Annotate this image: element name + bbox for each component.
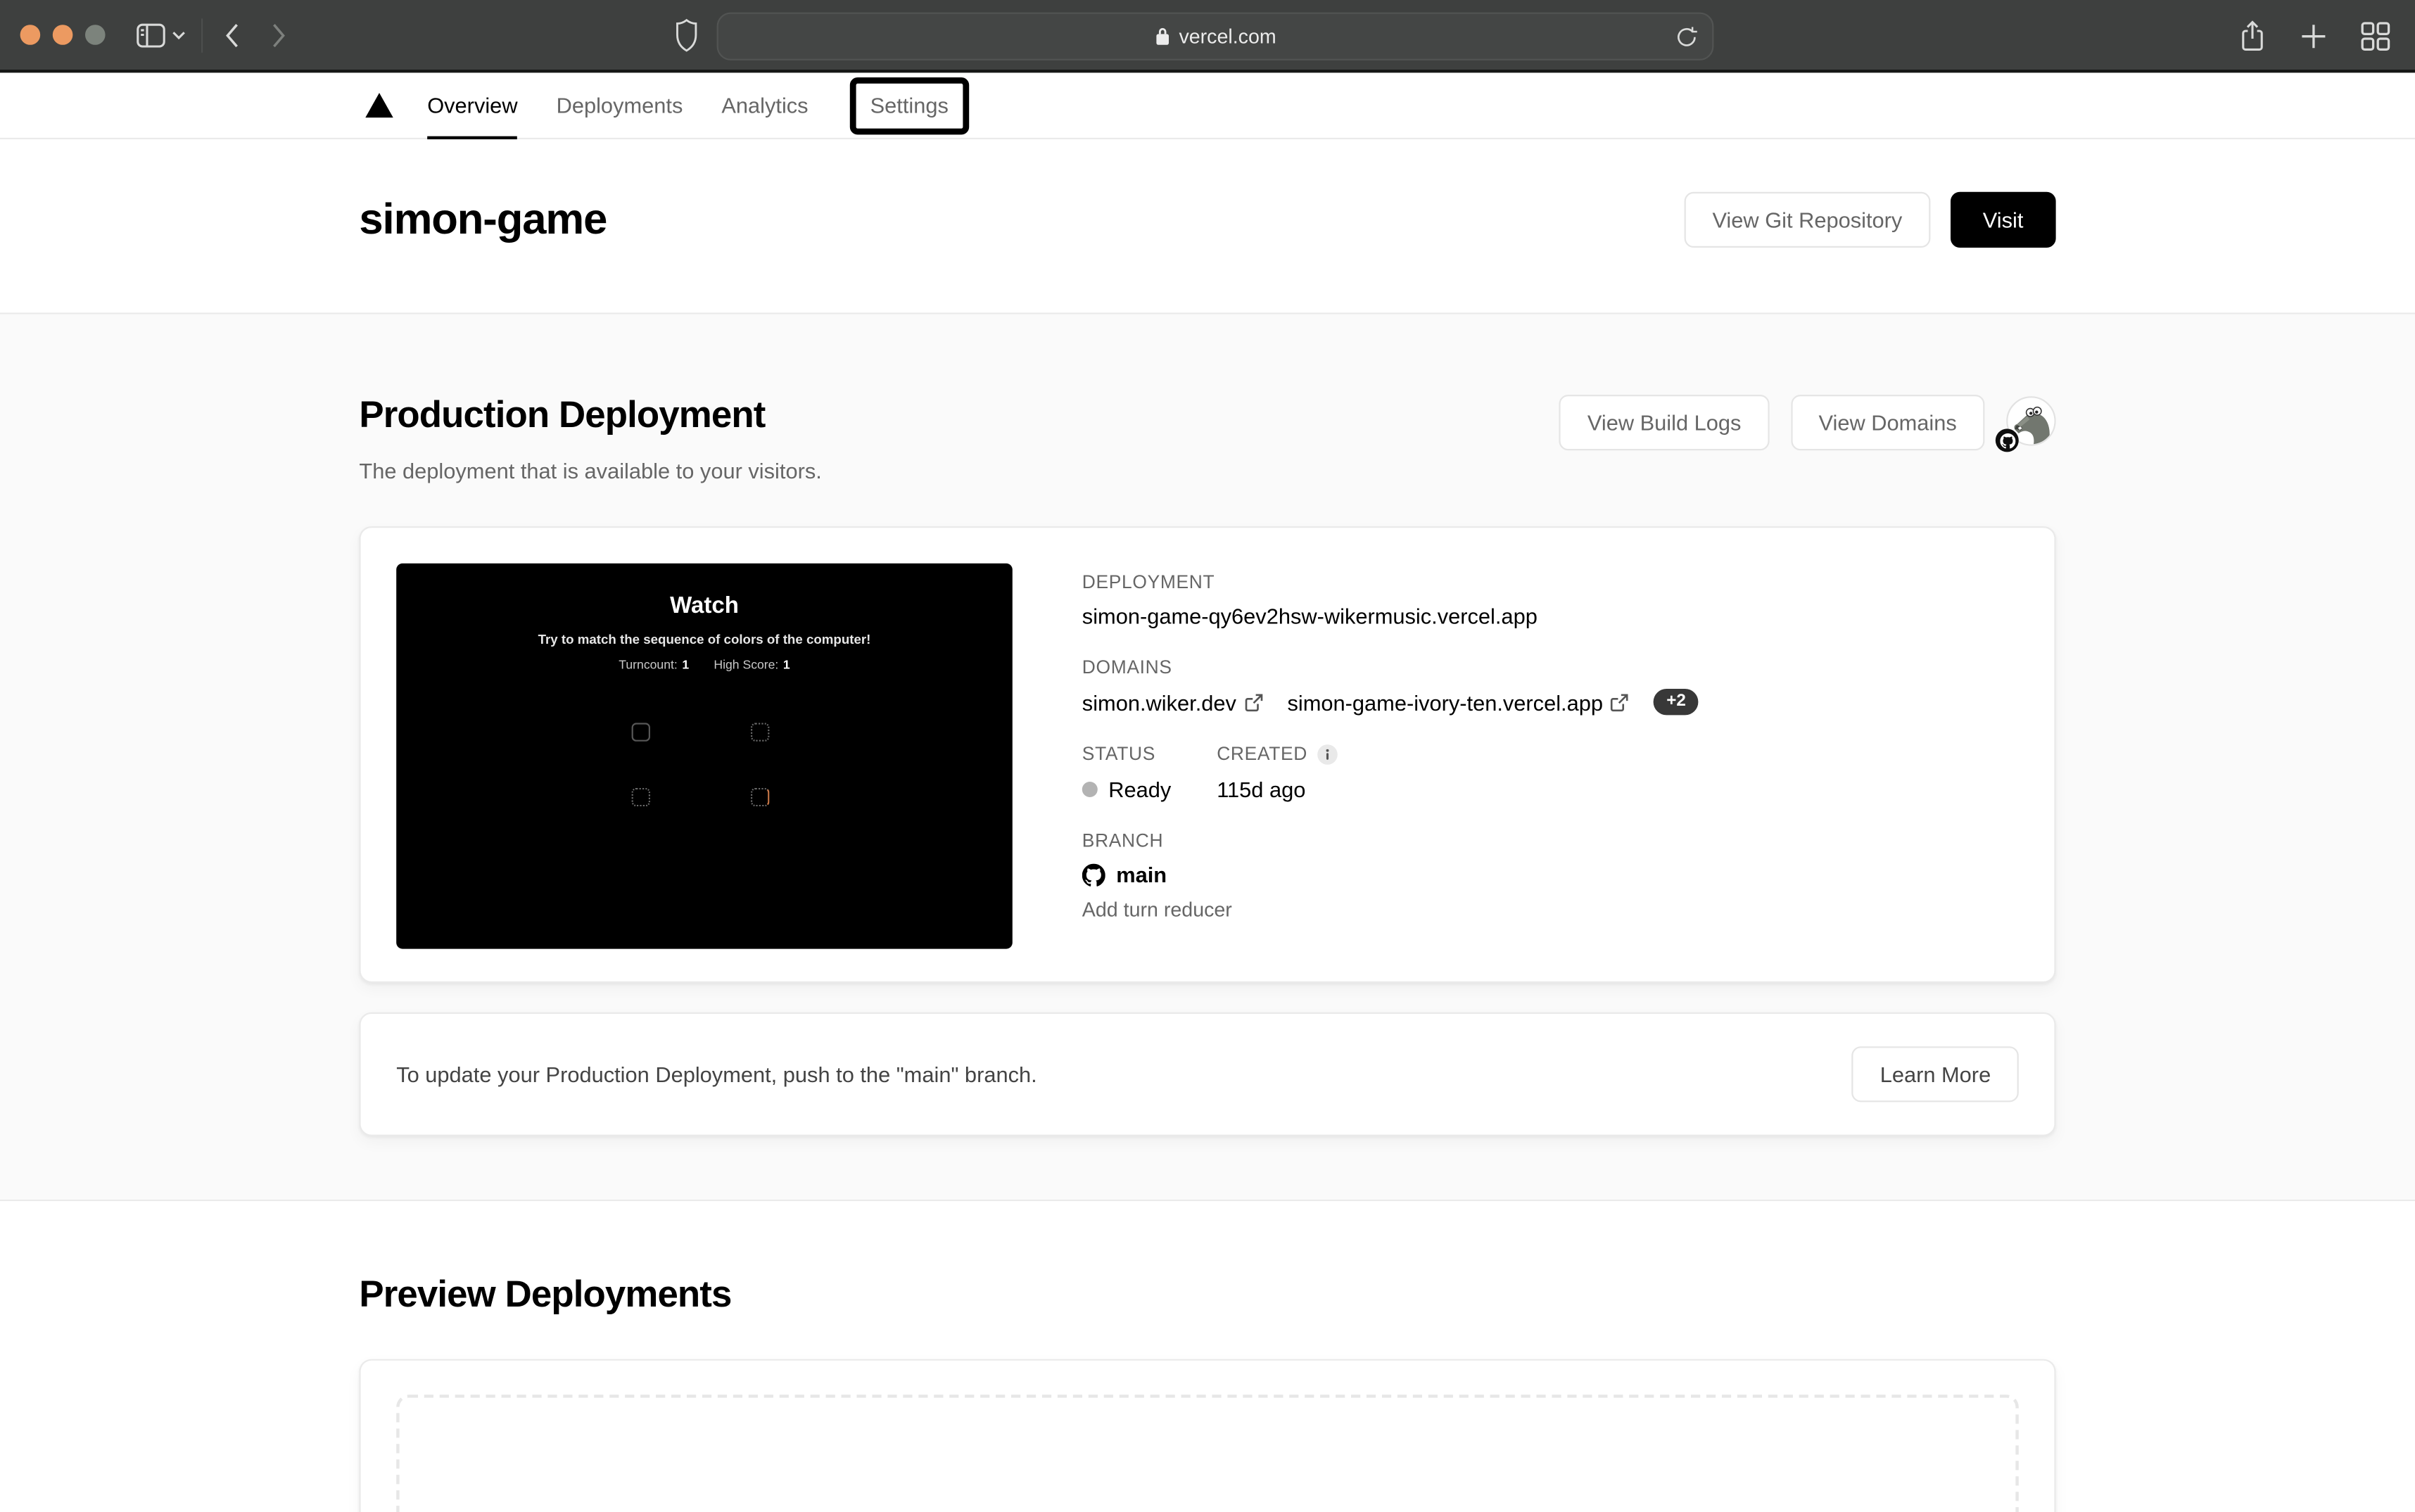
game-pad xyxy=(632,723,650,741)
deployment-url[interactable]: simon-game-qy6ev2hsw-wikermusic.vercel.a… xyxy=(1082,604,1699,628)
game-pad xyxy=(751,723,769,741)
url-text: vercel.com xyxy=(1179,25,1276,48)
domain-link[interactable]: simon-game-ivory-ten.vercel.app xyxy=(1288,690,1630,714)
vercel-logo-icon[interactable] xyxy=(365,93,393,117)
zoom-window-button[interactable] xyxy=(85,25,106,45)
page-title: simon-game xyxy=(359,195,607,244)
tab-deployments[interactable]: Deployments xyxy=(557,72,683,137)
back-icon[interactable] xyxy=(224,23,240,47)
chevron-down-icon[interactable] xyxy=(172,30,186,39)
section-subheading: The deployment that is available to your… xyxy=(359,458,821,483)
view-build-logs-button[interactable]: View Build Logs xyxy=(1559,395,1769,450)
update-note-text: To update your Production Deployment, pu… xyxy=(396,1062,1037,1086)
forward-icon[interactable] xyxy=(271,23,286,47)
project-header: simon-game View Git Repository Visit xyxy=(0,139,2415,315)
game-title: Watch xyxy=(670,593,739,619)
more-domains-badge[interactable]: +2 xyxy=(1654,689,1699,715)
visit-button[interactable]: Visit xyxy=(1951,192,2056,248)
preview-deployments-section: Preview Deployments xyxy=(0,1201,2415,1512)
github-badge-icon xyxy=(1996,428,2019,452)
empty-preview-placeholder xyxy=(396,1395,2019,1512)
lock-icon xyxy=(1154,26,1170,46)
production-deployment-section: Production Deployment The deployment tha… xyxy=(0,315,2415,1202)
game-scores: Turncount:1 High Score:1 xyxy=(619,658,790,672)
game-pad xyxy=(751,788,769,806)
created-value: 115d ago xyxy=(1217,777,1337,801)
close-window-button[interactable] xyxy=(20,25,41,45)
tab-overview[interactable]: Overview xyxy=(427,72,517,137)
site-nav: Overview Deployments Analytics Settings xyxy=(0,72,2415,139)
sidebar-toggle-icon[interactable] xyxy=(137,23,166,47)
game-subtitle: Try to match the sequence of colors of t… xyxy=(538,632,871,647)
github-icon xyxy=(1082,863,1105,887)
privacy-shield-icon[interactable] xyxy=(675,18,698,52)
screen: vercel.com xyxy=(0,0,2415,1512)
preview-deployments-heading: Preview Deployments xyxy=(359,1274,2055,1318)
commit-message[interactable]: Add turn reducer xyxy=(1082,898,1699,921)
update-note-card: To update your Production Deployment, pu… xyxy=(359,1012,2055,1136)
reload-icon[interactable] xyxy=(1675,25,1698,49)
info-icon[interactable] xyxy=(1317,744,1337,764)
domain-link[interactable]: simon.wiker.dev xyxy=(1082,690,1263,714)
game-pad xyxy=(632,788,650,806)
deployment-preview-image[interactable]: Watch Try to match the sequence of color… xyxy=(396,564,1013,949)
tab-settings[interactable]: Settings xyxy=(870,83,949,128)
section-heading: Production Deployment xyxy=(359,395,821,438)
status-label: STATUS xyxy=(1082,743,1217,765)
toolbar-divider xyxy=(201,18,203,51)
external-link-icon xyxy=(1244,693,1262,711)
external-link-icon xyxy=(1611,693,1629,711)
deployment-label: DEPLOYMENT xyxy=(1082,571,1699,593)
learn-more-button[interactable]: Learn More xyxy=(1852,1046,2019,1102)
view-git-repository-button[interactable]: View Git Repository xyxy=(1685,192,1930,248)
created-label: CREATED xyxy=(1217,743,1307,765)
settings-annotation-box: Settings xyxy=(850,77,969,134)
browser-toolbar: vercel.com xyxy=(0,0,2415,72)
game-pads xyxy=(396,672,1013,949)
deployment-card: Watch Try to match the sequence of color… xyxy=(359,526,2055,983)
branch-value[interactable]: main xyxy=(1116,862,1167,887)
view-domains-button[interactable]: View Domains xyxy=(1791,395,1985,450)
address-bar[interactable]: vercel.com xyxy=(717,13,1714,61)
domains-label: DOMAINS xyxy=(1082,656,1699,678)
minimize-window-button[interactable] xyxy=(53,25,73,45)
tab-analytics[interactable]: Analytics xyxy=(721,72,808,137)
new-tab-icon[interactable] xyxy=(2300,23,2326,49)
tab-overview-icon[interactable] xyxy=(2361,22,2390,51)
share-icon[interactable] xyxy=(2238,20,2267,53)
branch-label: BRANCH xyxy=(1082,830,1699,851)
github-avatar[interactable] xyxy=(2006,396,2055,445)
window-controls xyxy=(20,25,106,45)
status-value: Ready xyxy=(1108,777,1171,801)
preview-deployments-card xyxy=(359,1359,2055,1512)
status-dot-icon xyxy=(1082,782,1098,797)
